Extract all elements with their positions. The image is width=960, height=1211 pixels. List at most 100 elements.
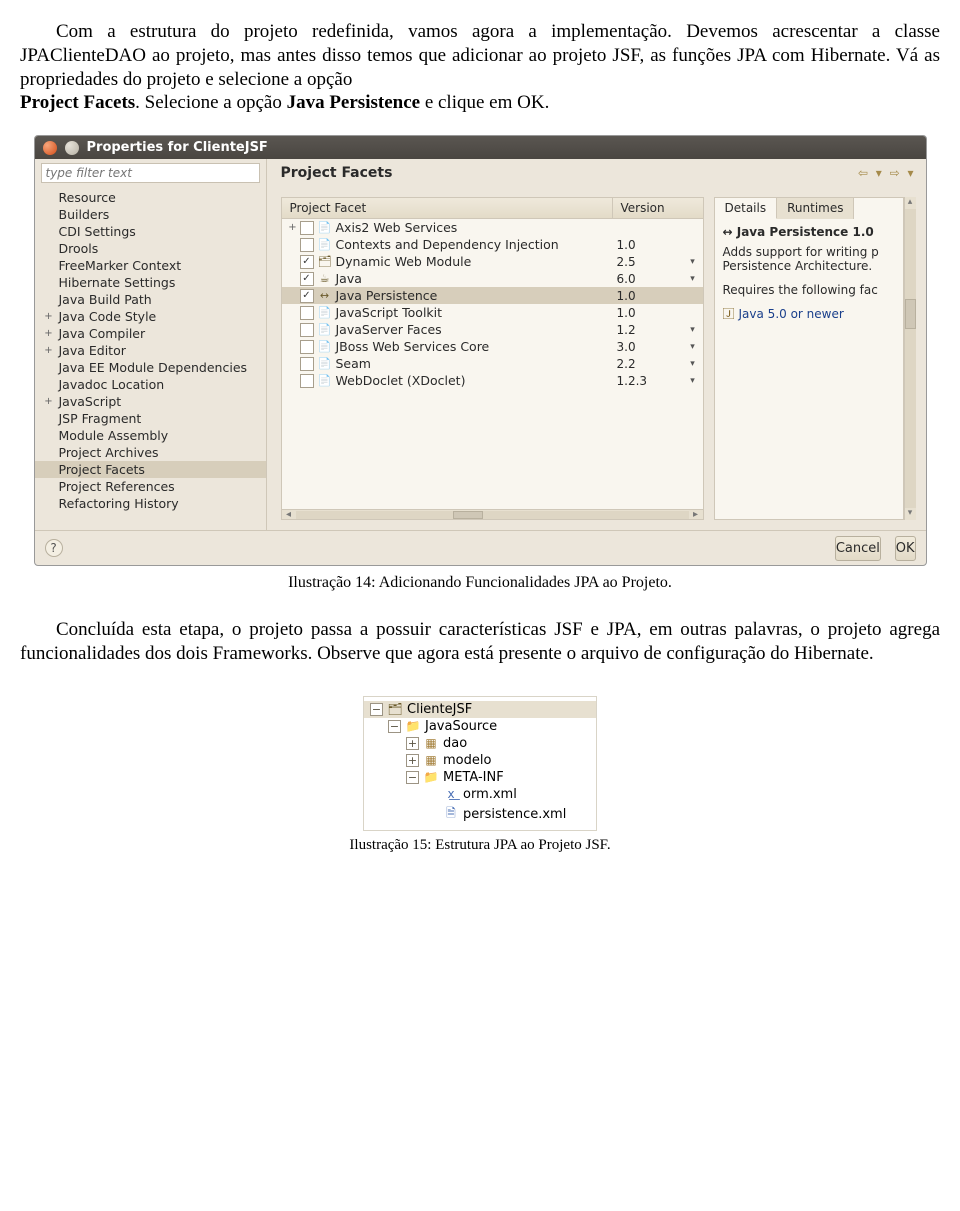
sidebar-item[interactable]: Hibernate Settings bbox=[35, 274, 266, 291]
detail-desc-2: Persistence Architecture. bbox=[723, 259, 895, 273]
project-tree: −🗂ClienteJSF−📁JavaSource+▦dao+▦modelo−📁M… bbox=[363, 696, 597, 831]
details-panel: Details Runtimes ↔ Java Persistence 1.0 … bbox=[714, 197, 904, 520]
facet-icon: 📄 bbox=[318, 221, 332, 234]
ok-button[interactable]: OK bbox=[895, 536, 916, 561]
checkbox-icon[interactable]: ✓ bbox=[300, 255, 314, 269]
node-icon: 📁 bbox=[405, 719, 421, 733]
sidebar-item[interactable]: Javadoc Location bbox=[35, 376, 266, 393]
sidebar-item[interactable]: +Java Code Style bbox=[35, 308, 266, 325]
help-icon[interactable]: ? bbox=[45, 539, 63, 557]
dropdown-icon[interactable]: ▾ bbox=[687, 359, 699, 369]
facet-row[interactable]: ✓☕Java6.0▾ bbox=[282, 270, 703, 287]
facet-icon: ↔ bbox=[318, 289, 332, 302]
p1-d: Java Persistence bbox=[287, 92, 420, 113]
checkbox-icon[interactable] bbox=[300, 238, 314, 252]
filter-input[interactable] bbox=[41, 163, 260, 183]
dropdown-icon[interactable]: ▾ bbox=[687, 376, 699, 386]
expand-icon[interactable]: − bbox=[406, 771, 419, 784]
p1-b: Project Facets bbox=[20, 92, 135, 113]
main-panel: Project Facets ⇦ ▾ ⇨ ▾ Project Facet Ver… bbox=[267, 159, 926, 530]
detail-requires: Requires the following fac bbox=[723, 283, 895, 297]
tree-row[interactable]: +▦dao bbox=[364, 735, 596, 752]
tree-row[interactable]: −🗂ClienteJSF bbox=[364, 701, 596, 718]
sidebar-item[interactable]: Project Facets bbox=[35, 461, 266, 478]
node-icon: ▦ bbox=[423, 753, 439, 767]
cancel-button[interactable]: Cancel bbox=[835, 536, 881, 561]
dropdown-icon[interactable]: ▾ bbox=[687, 274, 699, 284]
tab-runtimes[interactable]: Runtimes bbox=[777, 198, 854, 219]
checkbox-icon[interactable]: ✓ bbox=[300, 272, 314, 286]
sidebar-item[interactable]: Builders bbox=[35, 206, 266, 223]
sidebar-item[interactable]: Project References bbox=[35, 478, 266, 495]
sidebar-item[interactable]: Java Build Path bbox=[35, 291, 266, 308]
nav-arrows[interactable]: ⇦ ▾ ⇨ ▾ bbox=[858, 166, 916, 180]
col-facet[interactable]: Project Facet bbox=[282, 198, 613, 218]
v-scrollbar[interactable]: ▴▾ bbox=[904, 197, 916, 520]
tab-details[interactable]: Details bbox=[715, 198, 778, 219]
facet-icon: 📄 bbox=[318, 238, 332, 251]
minimize-icon[interactable] bbox=[65, 141, 79, 155]
sidebar-item[interactable]: FreeMarker Context bbox=[35, 257, 266, 274]
sidebar-tree: ResourceBuildersCDI SettingsDroolsFreeMa… bbox=[35, 189, 266, 518]
checkbox-icon[interactable] bbox=[300, 340, 314, 354]
tree-row[interactable]: −📁META-INF bbox=[364, 769, 596, 786]
expand-icon[interactable]: + bbox=[406, 737, 419, 750]
checkbox-icon[interactable] bbox=[300, 221, 314, 235]
facet-row[interactable]: 📄JavaScript Toolkit1.0 bbox=[282, 304, 703, 321]
checkbox-icon[interactable] bbox=[300, 357, 314, 371]
sidebar-item[interactable]: Java EE Module Dependencies bbox=[35, 359, 266, 376]
tree-row[interactable]: 🗎persistence.xml bbox=[364, 803, 596, 826]
checkbox-icon[interactable] bbox=[300, 374, 314, 388]
sidebar-item[interactable]: Module Assembly bbox=[35, 427, 266, 444]
facet-icon: 📄 bbox=[318, 306, 332, 319]
dropdown-icon[interactable]: ▾ bbox=[687, 257, 699, 267]
dropdown-icon[interactable]: ▾ bbox=[687, 342, 699, 352]
dropdown-icon[interactable]: ▾ bbox=[687, 325, 699, 335]
facet-row[interactable]: 📄Seam2.2▾ bbox=[282, 355, 703, 372]
node-icon: 📁 bbox=[423, 770, 439, 784]
facet-row[interactable]: 📄Contexts and Dependency Injection1.0 bbox=[282, 236, 703, 253]
caption-15: Ilustração 15: Estrutura JPA ao Projeto … bbox=[20, 837, 940, 854]
expand-icon[interactable]: − bbox=[388, 720, 401, 733]
facet-row[interactable]: 📄WebDoclet (XDoclet)1.2.3▾ bbox=[282, 372, 703, 389]
checkbox-icon[interactable]: ✓ bbox=[300, 289, 314, 303]
node-icon: ▦ bbox=[423, 736, 439, 750]
expand-icon[interactable]: − bbox=[370, 703, 383, 716]
h-scrollbar[interactable]: ◂▸ bbox=[282, 509, 703, 519]
checkbox-icon[interactable] bbox=[300, 306, 314, 320]
facet-row[interactable]: ✓↔Java Persistence1.0 bbox=[282, 287, 703, 304]
sidebar-item[interactable]: Project Archives bbox=[35, 444, 266, 461]
properties-dialog: Properties for ClienteJSF ResourceBuilde… bbox=[34, 135, 927, 566]
facet-row[interactable]: +📄Axis2 Web Services bbox=[282, 219, 703, 236]
facet-row[interactable]: 📄JavaServer Faces1.2▾ bbox=[282, 321, 703, 338]
detail-desc-1: Adds support for writing p bbox=[723, 245, 895, 259]
facet-icon: 📄 bbox=[318, 323, 332, 336]
expand-icon[interactable]: + bbox=[406, 754, 419, 767]
sidebar-item[interactable]: Drools bbox=[35, 240, 266, 257]
col-version[interactable]: Version bbox=[613, 198, 703, 218]
sidebar-item[interactable]: Resource bbox=[35, 189, 266, 206]
sidebar-item[interactable]: +JavaScript bbox=[35, 393, 266, 410]
node-icon: x͟ bbox=[443, 787, 459, 801]
body-paragraph-2: Concluída esta etapa, o projeto passa a … bbox=[20, 618, 940, 666]
sidebar-item[interactable]: +Java Editor bbox=[35, 342, 266, 359]
p1-c: . Selecione a opção bbox=[135, 92, 286, 113]
sidebar-item[interactable]: +Java Compiler bbox=[35, 325, 266, 342]
facet-row[interactable]: ✓🗂Dynamic Web Module2.5▾ bbox=[282, 253, 703, 270]
sidebar-item[interactable]: Refactoring History bbox=[35, 495, 266, 512]
checkbox-icon[interactable] bbox=[300, 323, 314, 337]
req-link[interactable]: Java 5.0 or newer bbox=[739, 307, 844, 321]
tree-row[interactable]: −📁JavaSource bbox=[364, 718, 596, 735]
node-icon: 🗎 bbox=[443, 804, 459, 825]
sidebar-item[interactable]: JSP Fragment bbox=[35, 410, 266, 427]
tree-row[interactable]: +▦modelo bbox=[364, 752, 596, 769]
p2: Concluída esta etapa, o projeto passa a … bbox=[20, 618, 940, 666]
req-item: 🄹 Java 5.0 or newer bbox=[723, 305, 895, 322]
tree-row[interactable]: x͟orm.xml bbox=[364, 786, 596, 803]
sidebar-item[interactable]: CDI Settings bbox=[35, 223, 266, 240]
dialog-title: Properties for ClienteJSF bbox=[87, 140, 268, 155]
facet-row[interactable]: 📄JBoss Web Services Core3.0▾ bbox=[282, 338, 703, 355]
sidebar: ResourceBuildersCDI SettingsDroolsFreeMa… bbox=[35, 159, 267, 530]
close-icon[interactable] bbox=[43, 141, 57, 155]
facet-icon: 📄 bbox=[318, 374, 332, 387]
